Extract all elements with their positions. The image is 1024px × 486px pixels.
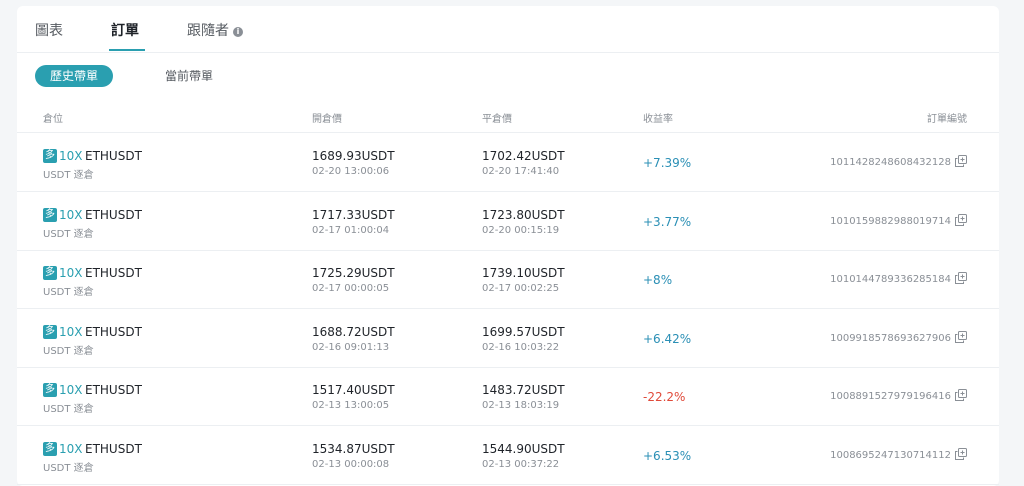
table-row[interactable]: 多 10X ETHUSDT USDT 逐倉 1717.33USDT 02-17 01:00… [17,192,999,251]
long-badge: 多 [43,149,57,163]
long-badge: 多 [43,207,57,222]
leverage: 10X [59,266,83,280]
table-row[interactable]: 多 10X ETHUSDT USDT 逐倉 1688.72USDT 02-16 09:01… [17,309,999,368]
close-price: 1544.90USDT [482,441,565,456]
copy-icon[interactable] [955,447,967,460]
orders-panel: 圖表 訂單 跟隨者 i 歷史帶單 當前帶單 倉位 開倉價 平倉價 收益率 訂單編號… [17,6,999,486]
close-time: 02-13 00:37:22 [482,458,560,470]
table-row[interactable]: 多 10X ETHUSDT USDT 逐倉 1689.93USDT 02-20 13:00… [17,133,999,192]
header-position: 倉位 [43,114,63,125]
yield-rate: +7.39% [643,156,692,170]
info-icon[interactable]: i [233,27,243,37]
close-price: 1699.57USDT [482,324,565,339]
close-time: 02-20 00:15:19 [482,224,560,236]
long-badge: 多 [43,441,57,456]
tab-orders-label: 訂單 [111,23,139,39]
symbol: ETHUSDT [85,324,142,339]
table-row[interactable]: 多 10X ETHUSDT USDT 逐倉 1725.29USDT 02-17 00:00… [17,250,999,309]
yield-rate: +6.53% [643,448,692,463]
copy-icon[interactable] [955,389,967,401]
table-header: 倉位 開倉價 平倉價 收益率 訂單編號 [17,100,999,133]
close-time: 02-13 18:03:19 [482,400,560,411]
tab-followers-label: 跟隨者 [187,23,229,39]
margin-mode: USDT 逐倉 [43,462,94,474]
tab-chart[interactable]: 圖表 [35,20,63,40]
header-order-no: 訂單編號 [927,114,967,125]
margin-mode: USDT 逐倉 [43,404,94,415]
yield-rate: +3.77% [643,214,692,229]
close-time: 02-20 17:41:40 [482,166,560,177]
order-number: 1010159882988019714 [830,215,951,227]
header-yield: 收益率 [643,114,673,125]
open-time: 02-20 13:00:06 [312,166,390,177]
symbol: ETHUSDT [85,441,142,456]
copy-icon[interactable] [955,155,967,167]
header-open-price: 開倉價 [312,114,342,125]
close-price: 1739.10USDT [482,266,565,280]
open-time: 02-17 00:00:05 [312,283,390,294]
leverage: 10X [59,207,83,222]
open-price: 1517.40USDT [312,383,395,397]
tab-active-indicator [109,49,145,51]
close-time: 02-16 10:03:22 [482,341,560,353]
copy-icon[interactable] [955,272,967,284]
open-time: 02-13 13:00:05 [312,400,390,411]
order-number: 1008891527979196416 [830,391,951,402]
header-close-price: 平倉價 [482,114,512,125]
long-badge: 多 [43,383,57,397]
current-orders-button[interactable]: 當前帶單 [149,65,229,87]
symbol: ETHUSDT [85,266,142,280]
tab-followers[interactable]: 跟隨者 i [187,20,243,40]
order-number: 1010144789336285184 [830,274,951,285]
table-row[interactable]: 多 10X ETHUSDT USDT 逐倉 1534.87USDT 02-13 00:00… [17,426,999,485]
tab-orders[interactable]: 訂單 [109,20,145,51]
long-badge: 多 [43,266,57,280]
margin-mode: USDT 逐倉 [43,170,94,181]
leverage: 10X [59,149,83,163]
table-row[interactable]: 多 10X ETHUSDT USDT 逐倉 1517.40USDT 02-13 13:00… [17,367,999,426]
open-price: 1725.29USDT [312,266,395,280]
close-time: 02-17 00:02:25 [482,283,560,294]
close-price: 1702.42USDT [482,149,565,163]
open-price: 1717.33USDT [312,207,395,222]
yield-rate: -22.2% [643,390,686,404]
close-price: 1483.72USDT [482,383,565,397]
open-price: 1534.87USDT [312,441,395,456]
leverage: 10X [59,441,83,456]
long-badge: 多 [43,324,57,339]
symbol: ETHUSDT [85,149,142,163]
open-price: 1688.72USDT [312,324,395,339]
symbol: ETHUSDT [85,383,142,397]
margin-mode: USDT 逐倉 [43,287,94,298]
symbol: ETHUSDT [85,207,142,222]
margin-mode: USDT 逐倉 [43,228,94,240]
yield-rate: +6.42% [643,331,692,346]
close-price: 1723.80USDT [482,207,565,222]
copy-icon[interactable] [955,330,967,343]
open-time: 02-13 00:00:08 [312,458,390,470]
margin-mode: USDT 逐倉 [43,345,94,357]
copy-icon[interactable] [955,213,967,226]
yield-rate: +8% [643,273,673,287]
order-number: 1011428248608432128 [830,157,951,168]
tab-bar: 圖表 訂單 跟隨者 i [17,6,999,53]
leverage: 10X [59,383,83,397]
order-number: 1008695247130714112 [830,449,951,461]
open-time: 02-17 01:00:04 [312,224,390,236]
open-price: 1689.93USDT [312,149,395,163]
open-time: 02-16 09:01:13 [312,341,390,353]
order-number: 1009918578693627906 [830,332,951,344]
leverage: 10X [59,324,83,339]
history-orders-button[interactable]: 歷史帶單 [35,65,113,87]
